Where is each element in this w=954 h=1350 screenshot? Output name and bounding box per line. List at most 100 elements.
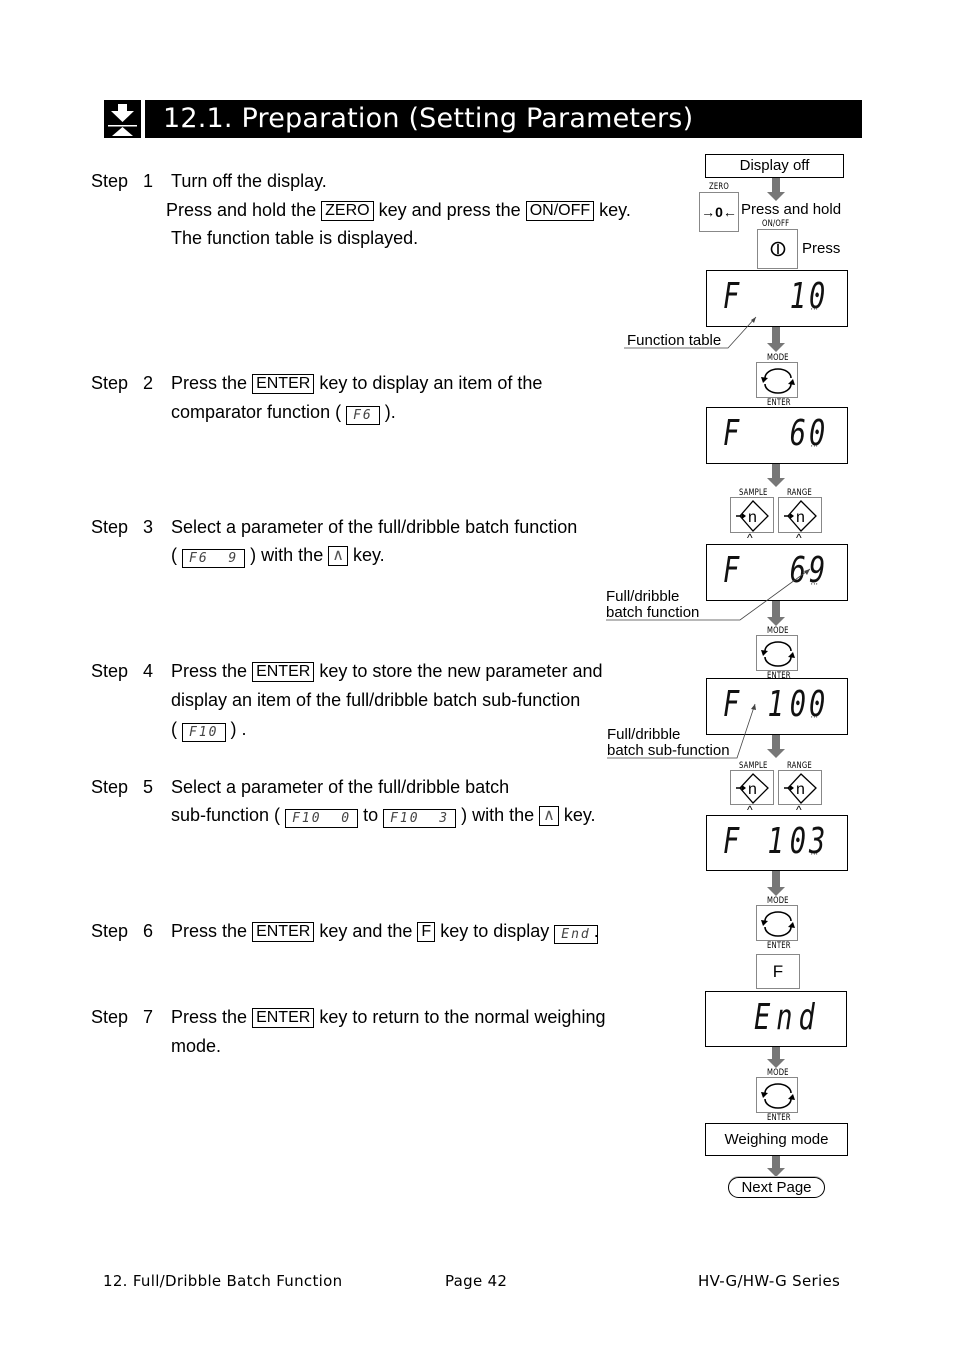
step-number: 5 (143, 777, 154, 797)
svg-text:n: n (796, 509, 805, 526)
down-arrow-on-triangle-icon (108, 104, 137, 136)
text: . (593, 921, 599, 941)
lcd-display-f6: F 6 0 ''' (706, 407, 848, 464)
step-7-line-2: mode. (171, 1036, 222, 1056)
text: Press and hold the (166, 200, 317, 220)
cycle-arrows-icon (761, 1083, 795, 1109)
step-word: Step (91, 777, 129, 797)
n-diamond-icon: n (784, 773, 817, 804)
cycle-arrows-icon (761, 911, 795, 937)
text: ( (171, 719, 177, 739)
text: key to store the new parameter and (319, 661, 603, 681)
svg-text:n: n (748, 509, 757, 526)
text: ). (384, 402, 396, 422)
step-4-label: Step 4 (91, 657, 153, 686)
mode-enter-key-icon (756, 905, 798, 941)
footer-section: 12. Full/Dribble Batch Function (103, 1272, 343, 1290)
enter-key-ref: ENTER (252, 922, 315, 942)
enter-label: ENTER (767, 941, 791, 951)
step-5-label: Step 5 (91, 773, 153, 802)
step-6-line-1: Press the ENTER key and the F key to dis… (171, 917, 599, 946)
footer-series: HV-G/HW-G Series (698, 1272, 841, 1290)
lcd-text-end: End (754, 997, 821, 1038)
step-4-line-2: display an item of the full/dribble batc… (171, 690, 581, 710)
f-key-ref: F (417, 922, 436, 942)
svg-text:n: n (748, 781, 757, 798)
text: ) with the (250, 545, 324, 565)
step-7-line-1: Press the ENTER key to return to the nor… (171, 1003, 605, 1032)
mode-enter-key-icon (756, 362, 798, 398)
lcd-ref-f10: F10 (182, 723, 226, 742)
step-1-line-3: The function table is displayed. (171, 228, 419, 248)
step-3-label: Step 3 (91, 513, 153, 542)
step-6-label: Step 6 (91, 917, 153, 946)
range-key-icon: n (778, 770, 822, 805)
text: key and press the (378, 200, 521, 220)
range-key-icon: n (778, 497, 822, 533)
blink-marks: ''' (811, 852, 819, 861)
n-diamond-icon: n (736, 773, 769, 804)
text: ) with the (461, 805, 535, 825)
step-number: 6 (143, 921, 154, 941)
step-3-line-2: ( F6 9 ) with the ∧ key. (171, 541, 385, 570)
onoff-key-ref: ON/OFF (525, 201, 595, 221)
lcd-text-left: F 6 (723, 413, 813, 454)
lcd-display-end: End (705, 991, 847, 1047)
lcd-display-f10-3: F 10 3 ''' (706, 815, 848, 871)
sample-key-icon: n (730, 770, 774, 805)
text: Press the (171, 921, 248, 941)
next-page-link[interactable]: Next Page (728, 1177, 825, 1198)
lcd-text-left: F 10 (723, 821, 813, 862)
section-icon (104, 100, 141, 138)
step-number: 3 (143, 517, 154, 537)
blink-marks: ''' (811, 715, 819, 724)
step-word: Step (91, 373, 129, 393)
blink-marks: ''' (811, 444, 819, 453)
text: key. (563, 805, 596, 825)
press-label: Press (802, 240, 841, 257)
step-5-line-2: sub-function ( F10 0 to F10 3 ) with the… (171, 801, 596, 830)
callout-leader-line (624, 316, 757, 349)
step-1-line-1: Turn off the display. (171, 171, 327, 191)
lcd-ref-end: End (554, 925, 598, 944)
step-3-line-1: Select a parameter of the full/dribble b… (171, 517, 578, 537)
step-2-line-2: comparator function ( F6 ). (171, 398, 396, 427)
caret-icon: ^ (796, 531, 802, 545)
weighing-mode-box: Weighing mode (705, 1123, 848, 1156)
n-diamond-icon: n (784, 500, 817, 532)
zero-key-label: ZERO (709, 182, 729, 192)
footer-page-number: Page 42 (445, 1272, 508, 1290)
svg-text:n: n (796, 781, 805, 798)
step-word: Step (91, 921, 129, 941)
text: to (363, 805, 379, 825)
step-number: 2 (143, 373, 154, 393)
caret-icon: ^ (747, 531, 753, 545)
text: key to display an item of the (319, 373, 543, 393)
step-2-label: Step 2 (91, 369, 153, 398)
up-key-ref: ∧ (539, 806, 559, 826)
step-word: Step (91, 661, 129, 681)
onoff-key-label: ON/OFF (762, 219, 790, 229)
lcd-text-left: F 1 (723, 276, 813, 317)
n-diamond-icon: n (736, 500, 769, 532)
enter-key-ref: ENTER (252, 374, 315, 394)
text: Press the (171, 1007, 248, 1027)
text: key. (352, 545, 385, 565)
step-word: Step (91, 517, 129, 537)
cycle-arrows-icon (761, 368, 795, 394)
lcd-ref-f10-3: F10 3 (383, 809, 457, 828)
text: sub-function ( (171, 805, 281, 825)
zero-key-ref: ZERO (321, 201, 374, 221)
enter-label: ENTER (767, 1113, 791, 1123)
lcd-ref-f6-9: F6 9 (182, 549, 246, 568)
sample-key-icon: n (730, 497, 774, 533)
cycle-arrows-icon (761, 641, 795, 667)
power-icon (770, 241, 786, 257)
step-5-line-1: Select a parameter of the full/dribble b… (171, 777, 510, 797)
f-key-icon: F (756, 954, 800, 989)
step-number: 7 (143, 1007, 154, 1027)
text: key to return to the normal weighing (319, 1007, 606, 1027)
mode-enter-key-icon (756, 1077, 798, 1113)
page-title: 12.1. Preparation (Setting Parameters) (145, 100, 862, 138)
text: key to display (440, 921, 550, 941)
